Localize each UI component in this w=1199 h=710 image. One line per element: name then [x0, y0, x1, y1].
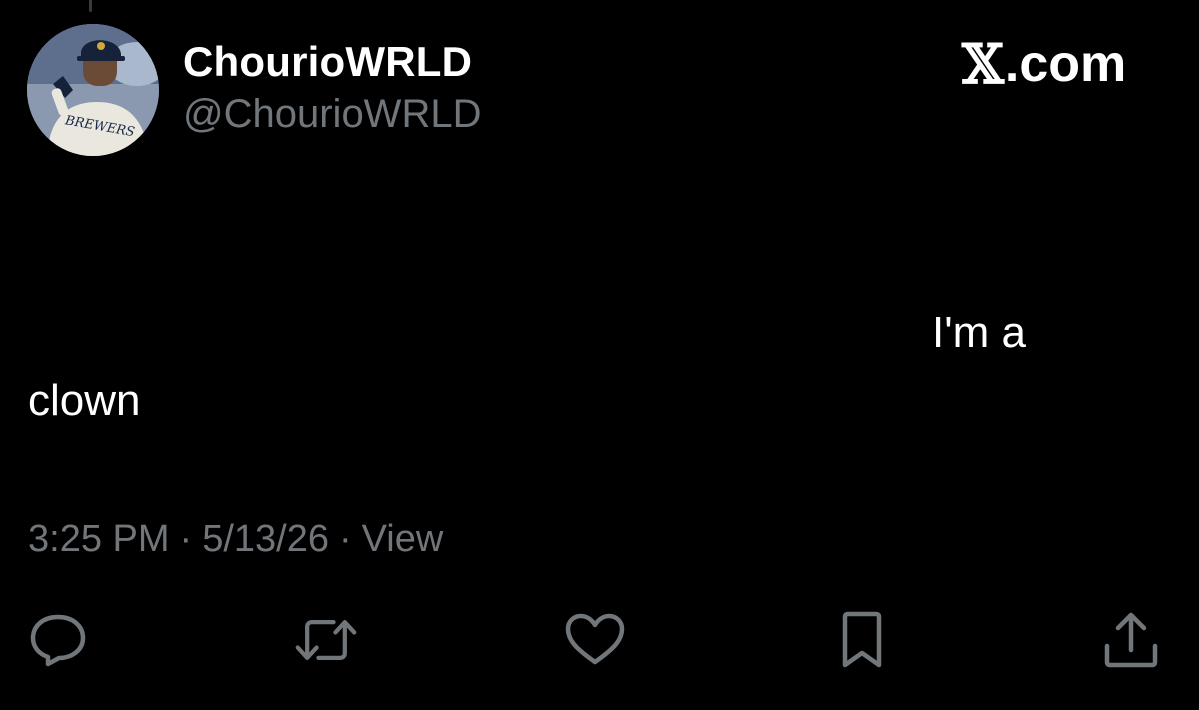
tweet-time[interactable]: 3:25 PM [28, 518, 170, 560]
tweet-date[interactable]: 5/13/26 [202, 518, 329, 560]
bookmark-icon [842, 611, 882, 668]
bookmark-button[interactable] [830, 608, 894, 672]
heart-icon [565, 613, 625, 665]
repost-icon [295, 620, 357, 660]
tweet-text-line-2: clown [28, 376, 141, 425]
avatar-image: BREWERS [27, 24, 159, 156]
share-button[interactable] [1099, 608, 1163, 672]
reply-button[interactable] [26, 608, 90, 672]
brand-domain-label: .com [1004, 35, 1127, 93]
thread-connector-line [89, 0, 92, 12]
avatar[interactable]: BREWERS [27, 24, 159, 156]
like-button[interactable] [563, 608, 627, 672]
tweet-metadata: 3:25 PM · 5/13/26 · View [28, 518, 443, 561]
meta-separator: · [338, 518, 352, 560]
meta-separator: · [179, 518, 193, 560]
user-handle[interactable]: @ChourioWRLD [183, 92, 481, 137]
x-logo-icon: 𝕏 [962, 32, 1004, 96]
repost-button[interactable] [294, 608, 358, 672]
reply-icon [30, 614, 86, 667]
views-link[interactable]: View [362, 518, 444, 560]
tweet-text-line-1: I'm a [932, 308, 1026, 357]
share-icon [1104, 612, 1158, 668]
display-name[interactable]: ChourioWRLD [183, 38, 472, 86]
x-brand-logo: 𝕏 .com [962, 36, 1126, 92]
